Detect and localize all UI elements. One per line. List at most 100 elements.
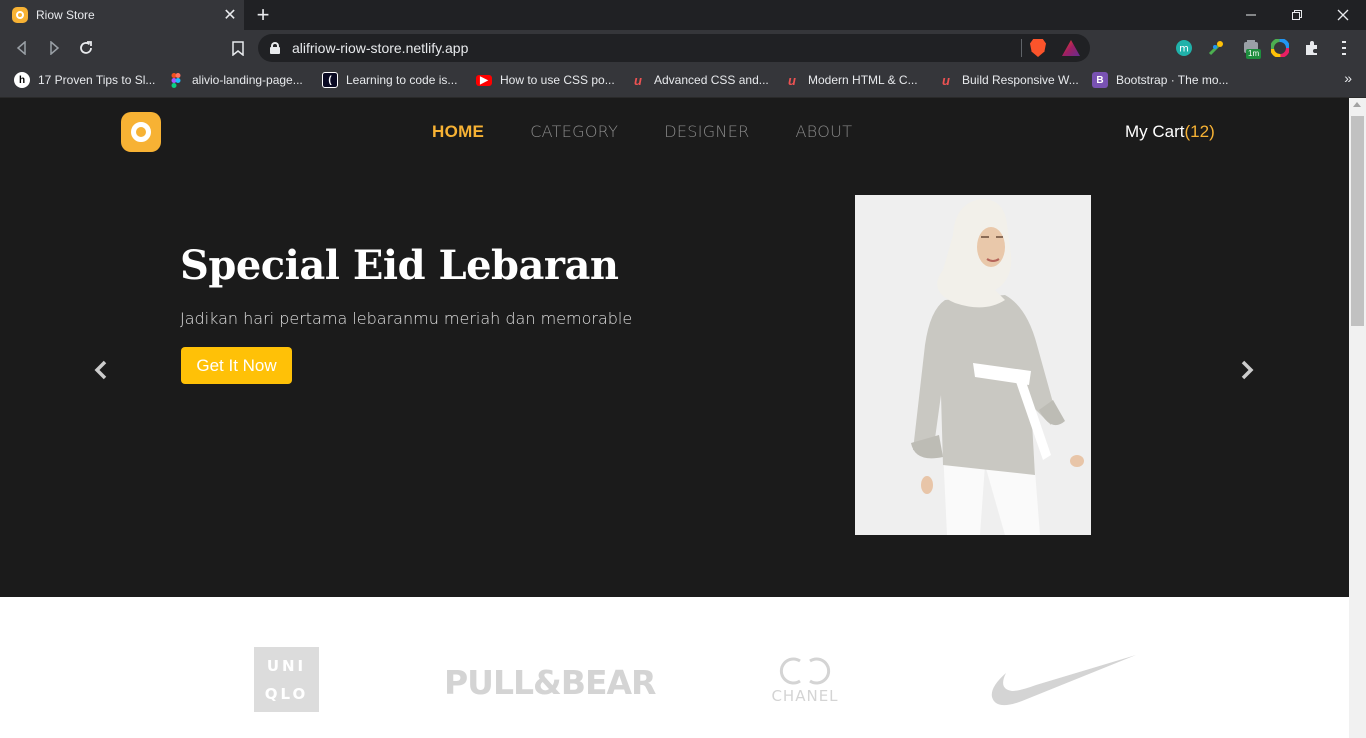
figma-icon (168, 72, 184, 88)
uniqlo-logo-line: UNI (266, 657, 307, 675)
new-tab-button[interactable]: + (252, 2, 274, 28)
svg-text:m: m (1179, 44, 1189, 55)
back-icon (16, 41, 26, 55)
browser-menu-button[interactable] (1334, 38, 1354, 58)
udemy-icon: u (634, 72, 642, 88)
m-extension-icon: m (1176, 40, 1192, 56)
bookmark-item[interactable]: u Modern HTML & C... (784, 66, 918, 94)
cart-count: 12 (1190, 122, 1210, 141)
udemy-icon: u (942, 72, 950, 88)
bookmark-label: Advanced CSS and... (654, 73, 769, 87)
puzzle-icon (1306, 41, 1317, 55)
pullbear-logo: PULL&BEAR (444, 663, 656, 702)
window-controls (1228, 0, 1366, 30)
url-text[interactable]: alifriow-riow-store.netlify.app (292, 40, 1021, 56)
kebab-menu-icon (1342, 41, 1346, 55)
close-tab-icon[interactable]: ✕ (216, 5, 244, 25)
bookmark-label: alivio-landing-page... (192, 73, 303, 87)
site-logo[interactable] (121, 112, 161, 152)
bookmark-item[interactable]: h 17 Proven Tips to Sl... (14, 66, 155, 94)
riow-favicon-icon (12, 7, 28, 23)
hero-subtitle: Jadikan hari pertama lebaranmu meriah da… (180, 309, 633, 328)
brands-section: UNI QLO PULL&BEAR CHANEL (0, 597, 1349, 738)
bootstrap-icon: B (1092, 72, 1108, 88)
restore-button[interactable] (1274, 0, 1320, 30)
model-photo (855, 195, 1091, 535)
uniqlo-logo-line: QLO (264, 685, 309, 703)
bookmark-label: How to use CSS po... (500, 73, 615, 87)
page-viewport: HOME CATEGORY DESIGNER ABOUT My Cart(12)… (0, 98, 1349, 738)
eyedropper-icon (1208, 41, 1223, 56)
nike-swoosh-icon (991, 655, 1136, 706)
minimize-button[interactable] (1228, 0, 1274, 30)
cart-link[interactable]: My Cart(12) (1125, 122, 1215, 142)
bookmark-item[interactable]: B Bootstrap · The mo... (1092, 66, 1229, 94)
bookmark-label: Build Responsive W... (962, 73, 1079, 87)
extension-colorpicker-button[interactable] (1206, 38, 1226, 58)
get-it-now-button[interactable]: Get It Now (181, 347, 292, 384)
scroll-up-arrow-icon[interactable] (1353, 102, 1361, 107)
page-scrollbar[interactable] (1349, 98, 1366, 738)
hero-product-image (855, 195, 1091, 535)
bookmark-item[interactable]: ▶ How to use CSS po... (476, 66, 615, 94)
youtube-icon: ▶ (476, 74, 492, 86)
extension-m-button[interactable]: m (1174, 38, 1194, 58)
brave-shields-icon[interactable] (1030, 39, 1046, 57)
nav-about[interactable]: ABOUT (796, 122, 853, 142)
carousel-next-button[interactable] (1235, 358, 1259, 382)
bookmark-item[interactable]: ( Learning to code is... (322, 66, 457, 94)
chevron-right-icon (1241, 360, 1254, 380)
forward-icon (50, 41, 60, 55)
lock-icon[interactable] (270, 42, 280, 54)
bookmark-label: Learning to code is... (346, 73, 458, 87)
cart-close-paren: ) (1209, 122, 1215, 141)
nav-home[interactable]: HOME (432, 122, 484, 142)
bookmark-item[interactable]: u Advanced CSS and... (630, 66, 769, 94)
more-bookmarks-icon[interactable]: » (1344, 70, 1352, 86)
nike-logo (990, 653, 1136, 709)
minimize-icon (1246, 14, 1256, 16)
bookmark-page-button[interactable] (226, 36, 250, 60)
bookmark-label: 17 Proven Tips to Sl... (38, 73, 156, 87)
bookmark-label: Bootstrap · The mo... (1116, 73, 1229, 87)
brave-rewards-icon[interactable] (1062, 40, 1080, 56)
bookmark-label: Modern HTML & C... (808, 73, 918, 87)
omnibox-divider (1021, 39, 1022, 57)
chanel-wordmark: CHANEL (771, 687, 839, 705)
browser-toolbar: alifriow-riow-store.netlify.app m 1m (0, 30, 1366, 66)
back-button[interactable] (10, 36, 34, 60)
hero-title: Special Eid Lebaran (180, 242, 619, 289)
extension-badge: 1m (1246, 49, 1262, 59)
restore-icon (1292, 10, 1302, 20)
chanel-logo: CHANEL (768, 655, 842, 707)
cart-label: My Cart (1125, 122, 1185, 141)
reload-button[interactable] (74, 36, 98, 60)
bookmark-item[interactable]: alivio-landing-page... (168, 66, 303, 94)
bookmarks-bar: h 17 Proven Tips to Sl... alivio-landing… (0, 66, 1366, 98)
extension-timer-button[interactable]: 1m (1238, 38, 1264, 59)
extension-colorwheel-button[interactable] (1270, 38, 1290, 58)
tab-title: Riow Store (36, 8, 95, 22)
nav-designer[interactable]: DESIGNER (664, 122, 749, 142)
forward-button[interactable] (42, 36, 66, 60)
chevron-left-icon (94, 360, 107, 380)
colorwheel-icon (1271, 39, 1289, 57)
udemy-icon: u (788, 72, 796, 88)
nav-category[interactable]: CATEGORY (530, 122, 618, 142)
close-window-button[interactable] (1320, 0, 1366, 30)
close-icon (1337, 9, 1349, 21)
chanel-cc-icon (779, 657, 831, 685)
tab-strip: Riow Store ✕ + (0, 0, 1366, 30)
freecodecamp-icon: ( (322, 72, 338, 88)
main-nav: HOME CATEGORY DESIGNER ABOUT (432, 122, 898, 142)
extensions-menu-button[interactable] (1302, 38, 1322, 58)
active-tab[interactable]: Riow Store ✕ (0, 0, 244, 30)
address-bar[interactable]: alifriow-riow-store.netlify.app (258, 34, 1090, 62)
bookmark-icon (232, 40, 244, 56)
reload-icon (80, 41, 92, 54)
bookmark-item[interactable]: u Build Responsive W... (938, 66, 1079, 94)
scroll-thumb[interactable] (1351, 116, 1364, 326)
carousel-prev-button[interactable] (89, 358, 113, 382)
hashnode-icon: h (14, 72, 30, 88)
uniqlo-logo: UNI QLO (254, 647, 319, 712)
